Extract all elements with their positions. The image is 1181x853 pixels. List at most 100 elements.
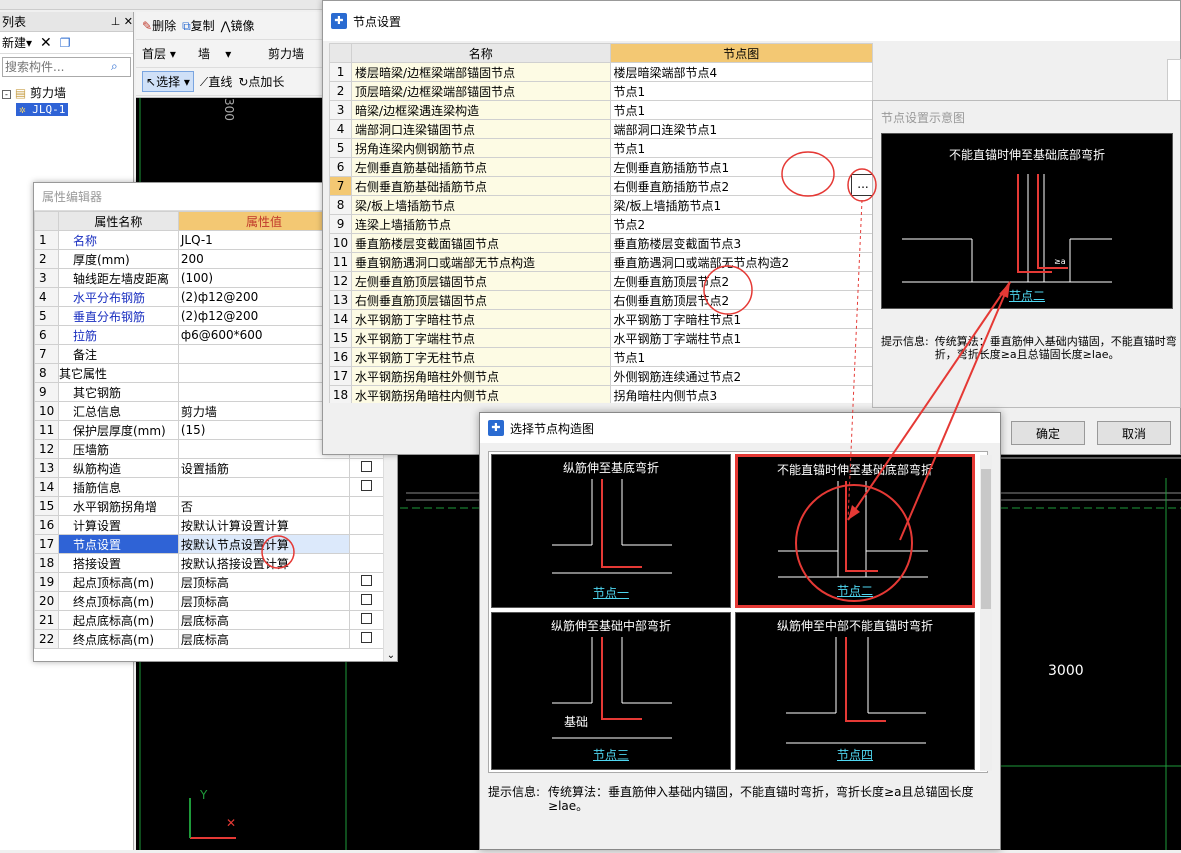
property-checkbox[interactable] [361, 594, 373, 605]
node-row[interactable]: 12 左侧垂直筋顶层锚固节点 左侧垂直筋顶层节点2 [329, 271, 873, 291]
node-row[interactable]: 14 水平钢筋丁字暗柱节点 水平钢筋丁字暗柱节点1 [329, 309, 873, 329]
property-checkbox-cell[interactable] [349, 477, 384, 497]
property-value-cell[interactable]: 层底标高 [177, 610, 351, 630]
property-checkbox[interactable] [361, 480, 373, 491]
property-checkbox[interactable] [361, 461, 373, 472]
type-select[interactable]: 墙 ▾ [198, 45, 262, 62]
property-value-cell[interactable]: 设置插筋 [177, 458, 351, 478]
subtype-select[interactable]: 剪力墙 [268, 45, 304, 62]
property-row[interactable]: 13 纵筋构造 设置插筋 [34, 458, 384, 478]
pin-and-close-icons[interactable]: ⊥ ✕ [111, 15, 133, 28]
property-value-cell[interactable]: 否 [177, 496, 351, 516]
node-row[interactable]: 8 梁/板上墙插筋节点 梁/板上墙插筋节点1 [329, 195, 873, 215]
tile-node-3[interactable]: 纵筋伸至基础中部弯折 基础 节点三 [491, 612, 731, 770]
ok-button[interactable]: 确定 [1011, 421, 1085, 445]
node-row[interactable]: 17 水平钢筋拐角暗柱外侧节点 外侧钢筋连续通过节点2 [329, 366, 873, 386]
select-tool[interactable]: ↖选择 ▾ [142, 71, 194, 92]
tree-child[interactable]: ✲ JLQ-1 [16, 103, 69, 116]
node-row[interactable]: 13 右侧垂直筋顶层锚固节点 右侧垂直筋顶层节点2 [329, 290, 873, 310]
node-diagram-cell[interactable]: 节点1 [609, 347, 873, 367]
property-checkbox[interactable] [361, 613, 373, 624]
delete-tool[interactable]: ✎删除 [142, 17, 176, 34]
mirror-tool[interactable]: ⋀镜像 [221, 17, 255, 34]
tile-scroll-thumb[interactable] [981, 469, 991, 609]
search-icon[interactable]: ⌕ [111, 58, 118, 76]
search-input[interactable] [3, 58, 111, 76]
copy-tool[interactable]: ⧉复制 [182, 17, 215, 34]
component-tree: - ▤ 剪力墙 ✲ JLQ-1 [0, 80, 133, 120]
property-value-cell[interactable]: 层顶标高 [177, 572, 351, 592]
node-diagram-cell[interactable]: 右侧垂直筋插筋节点2 [609, 176, 873, 196]
node-row[interactable]: 18 水平钢筋拐角暗柱内侧节点 拐角暗柱内侧节点3 [329, 385, 873, 403]
delete-icon[interactable]: ✕ [40, 35, 52, 51]
property-row[interactable]: 20 终点顶标高(m) 层顶标高 [34, 591, 384, 611]
node-row[interactable]: 4 端部洞口连梁锚固节点 端部洞口连梁节点1 [329, 119, 873, 139]
copy-icon[interactable]: ❐ [60, 36, 71, 50]
property-row[interactable]: 19 起点顶标高(m) 层顶标高 [34, 572, 384, 592]
property-row[interactable]: 15 水平钢筋拐角增否 [34, 496, 384, 516]
node-diagram-cell[interactable]: 垂直筋楼层变截面节点3 [609, 233, 873, 253]
node-diagram-cell[interactable]: 右侧垂直筋顶层节点2 [609, 290, 873, 310]
property-checkbox[interactable] [361, 575, 373, 586]
node-diagram-cell[interactable]: 节点2 [609, 214, 873, 234]
node-diagram-cell[interactable]: 节点1 [609, 100, 873, 120]
new-button[interactable]: 新建▾ [2, 34, 32, 51]
node-diagram-cell[interactable]: 节点1 [609, 138, 873, 158]
tile-node-1[interactable]: 纵筋伸至基底弯折 节点一 [491, 454, 731, 608]
property-value-cell[interactable]: 层顶标高 [177, 591, 351, 611]
node-row[interactable]: 6 左侧垂直筋基础插筋节点 左侧垂直筋插筋节点1 [329, 157, 873, 177]
floor-select[interactable]: 首层 ▾ [142, 45, 192, 62]
property-row[interactable]: 21 起点底标高(m) 层底标高 [34, 610, 384, 630]
property-value-cell[interactable]: 按默认搭接设置计算 [177, 553, 351, 573]
property-checkbox[interactable] [361, 632, 373, 643]
node-diagram-cell[interactable]: 外侧钢筋连续通过节点2 [609, 366, 873, 386]
property-row[interactable]: 17 节点设置 按默认节点设置计算 [34, 534, 384, 554]
tile-node-4[interactable]: 纵筋伸至中部不能直锚时弯折 节点四 [735, 612, 975, 770]
node-diagram-cell[interactable]: 拐角暗柱内侧节点3 [609, 385, 873, 403]
node-row[interactable]: 10 垂直筋楼层变截面锚固节点 垂直筋楼层变截面节点3 [329, 233, 873, 253]
property-checkbox-cell[interactable] [349, 610, 384, 630]
tile-node-2[interactable]: 不能直锚时伸至基础底部弯折 节点二 [735, 454, 975, 608]
node-diagram-cell[interactable]: 梁/板上墙插筋节点1 [609, 195, 873, 215]
node-row[interactable]: 2 顶层暗梁/边框梁端部锚固节点 节点1 [329, 81, 873, 101]
node-diagram-cell[interactable]: 节点1 [609, 81, 873, 101]
property-checkbox-cell[interactable] [349, 572, 384, 592]
node-row[interactable]: 11 垂直钢筋遇洞口或端部无节点构造 垂直筋遇洞口或端部无节点构造2 [329, 252, 873, 272]
tile-node-1-label: 节点一 [592, 586, 629, 600]
node-diagram-cell[interactable]: 垂直筋遇洞口或端部无节点构造2 [609, 252, 873, 272]
cancel-button[interactable]: 取消 [1097, 421, 1171, 445]
property-row[interactable]: 22 终点底标高(m) 层底标高 [34, 629, 384, 649]
node-name-cell: 右侧垂直筋顶层锚固节点 [351, 290, 611, 310]
property-row[interactable]: 14 插筋信息 [34, 477, 384, 497]
point-add-tool[interactable]: ↻点加长 [238, 73, 284, 90]
property-value-cell[interactable]: 按默认节点设置计算 [177, 534, 351, 554]
tile-scrollbar[interactable] [980, 455, 992, 771]
minus-icon[interactable]: - [2, 90, 11, 99]
property-checkbox-cell[interactable] [349, 629, 384, 649]
property-row[interactable]: 18 搭接设置 按默认搭接设置计算 [34, 553, 384, 573]
property-checkbox-cell[interactable] [349, 458, 384, 478]
node-diagram-cell[interactable]: 左侧垂直筋顶层节点2 [609, 271, 873, 291]
property-checkbox-cell[interactable] [349, 591, 384, 611]
property-value-cell[interactable]: 层底标高 [177, 629, 351, 649]
node-row[interactable]: 15 水平钢筋丁字端柱节点 水平钢筋丁字端柱节点1 [329, 328, 873, 348]
node-row-number: 10 [329, 233, 353, 253]
property-value-cell[interactable] [177, 477, 351, 497]
node-row[interactable]: 16 水平钢筋丁字无柱节点 节点1 [329, 347, 873, 367]
right-scrollbar[interactable] [1167, 59, 1181, 103]
node-row[interactable]: 7 右侧垂直筋基础插筋节点 右侧垂直筋插筋节点2 [329, 176, 873, 196]
node-row[interactable]: 9 连梁上墙插筋节点 节点2 [329, 214, 873, 234]
node-row[interactable]: 5 拐角连梁内侧钢筋节点 节点1 [329, 138, 873, 158]
scroll-down-icon[interactable]: ⌄ [384, 650, 397, 661]
node-diagram-cell[interactable]: 水平钢筋丁字端柱节点1 [609, 328, 873, 348]
property-value-cell[interactable]: 按默认计算设置计算 [177, 515, 351, 535]
node-diagram-cell[interactable]: 楼层暗梁端部节点4 [609, 62, 873, 82]
tree-root[interactable]: - ▤ 剪力墙 [2, 84, 131, 101]
node-diagram-cell[interactable]: 左侧垂直筋插筋节点1 [609, 157, 873, 177]
property-row[interactable]: 16 计算设置 按默认计算设置计算 [34, 515, 384, 535]
node-diagram-cell[interactable]: 端部洞口连梁节点1 [609, 119, 873, 139]
node-row[interactable]: 1 楼层暗梁/边框梁端部锚固节点 楼层暗梁端部节点4 [329, 62, 873, 82]
node-diagram-cell[interactable]: 水平钢筋丁字暗柱节点1 [609, 309, 873, 329]
line-tool[interactable]: ⟋直线 [200, 73, 232, 90]
node-row[interactable]: 3 暗梁/边框梁遇连梁构造 节点1 [329, 100, 873, 120]
